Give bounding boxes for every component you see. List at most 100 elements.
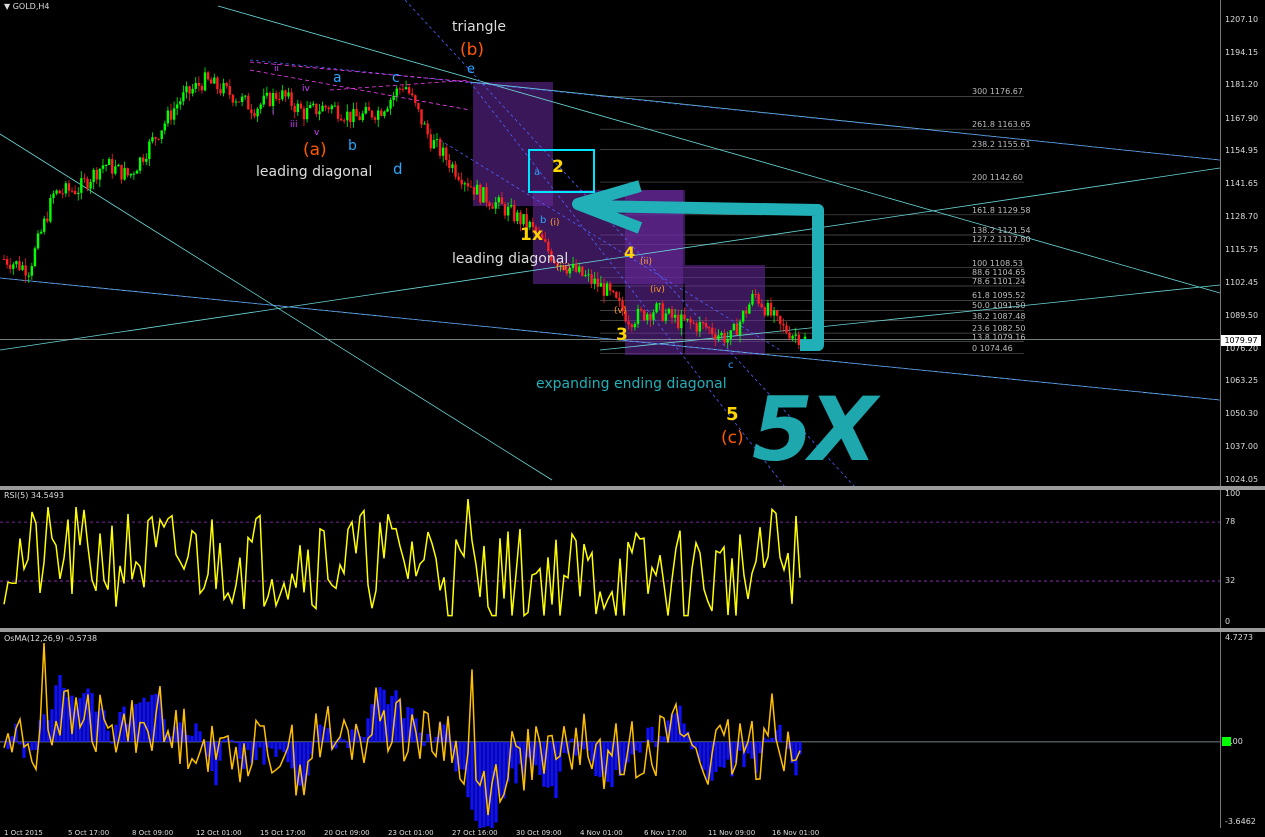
candle-body	[312, 103, 315, 106]
candle-body	[80, 178, 83, 193]
trend-line	[0, 133, 553, 481]
candle-body	[766, 302, 770, 316]
rsi-chart[interactable]	[0, 490, 1220, 628]
candle-body	[615, 292, 618, 298]
candle-body	[522, 214, 525, 225]
osma-bar	[274, 741, 278, 757]
candle-body	[36, 233, 40, 249]
osma-bar	[262, 741, 266, 765]
rsi-axis-tick: 100	[1225, 489, 1241, 498]
osma-axis[interactable]: 4.7273 0.00 -3.6462	[1220, 632, 1265, 828]
osma-bar	[18, 741, 22, 745]
label-expanding-ending-diagonal: expanding ending diagonal	[536, 376, 727, 392]
candle-body	[652, 312, 655, 320]
candle-body	[417, 102, 420, 110]
osma-bar	[258, 741, 262, 748]
candle-body	[612, 290, 615, 293]
candle-body	[281, 90, 284, 100]
osma-bar	[26, 741, 30, 743]
price-axis-tick: 1037.00	[1225, 442, 1259, 452]
candle-body	[584, 275, 587, 277]
candle-body	[330, 105, 334, 110]
candle-body	[627, 321, 630, 325]
candle-body	[33, 248, 37, 267]
osma-bar	[642, 740, 646, 742]
price-chart[interactable]	[0, 0, 1220, 487]
label-c: c	[392, 70, 400, 86]
candle-body	[228, 86, 231, 95]
label-d: d	[393, 160, 403, 178]
osma-bar	[646, 727, 650, 742]
candle-body	[581, 266, 584, 276]
candle-body	[5, 259, 9, 265]
fib-level-label: 13.8 1079.16	[972, 332, 1026, 342]
candle-body	[383, 111, 386, 116]
candle-body	[89, 182, 92, 189]
candle-body	[735, 323, 739, 336]
candle-body	[154, 137, 157, 139]
candle-body	[244, 95, 247, 97]
osma-bar	[550, 741, 554, 787]
rsi-pane[interactable]: RSI(5) 34.5493	[0, 490, 1220, 628]
candle-body	[741, 310, 745, 322]
osma-bar	[722, 741, 726, 768]
osma-bar	[442, 724, 446, 742]
candle-body	[411, 93, 414, 96]
candle-body	[151, 137, 154, 142]
osma-bar	[718, 741, 722, 767]
price-pane[interactable]: ▼ GOLD,H4 300 1176.67 261.8 1163.65 238.2 …	[0, 0, 1220, 487]
fib-level-label: 238.2 1155.61	[972, 140, 1031, 150]
rsi-axis-tick: 0	[1225, 617, 1231, 626]
price-axis-tick: 1141.65	[1225, 179, 1259, 189]
candle-body	[234, 101, 238, 103]
candle-body	[516, 212, 519, 222]
osma-bar	[254, 741, 258, 761]
candle-body	[441, 147, 445, 156]
candle-body	[39, 231, 43, 234]
candle-body	[95, 169, 98, 180]
candle-body	[791, 335, 794, 339]
candle-body	[763, 307, 766, 316]
fib-level-label: 161.8 1129.58	[972, 205, 1031, 215]
candle-body	[506, 206, 510, 216]
candle-body	[404, 87, 408, 90]
candle-body	[92, 169, 95, 183]
candle-body	[358, 116, 361, 121]
candle-body	[392, 95, 395, 100]
candle-body	[197, 82, 201, 86]
candle-body	[590, 274, 593, 284]
candle-body	[262, 95, 265, 105]
label-2: 2	[552, 157, 564, 177]
candle-body	[61, 193, 64, 195]
candle-body	[677, 314, 680, 329]
candle-body	[547, 241, 550, 252]
candle-body	[794, 334, 797, 336]
price-axis[interactable]: 1207.10 1194.15 1181.20 1167.90 1154.95 1141.…	[1220, 0, 1265, 487]
candle-body	[788, 332, 791, 339]
dropdown-triangle-icon[interactable]: ▼	[4, 2, 10, 11]
rsi-line	[3, 499, 801, 618]
candle-body	[571, 264, 575, 268]
osma-bar	[714, 741, 718, 773]
osma-bar	[634, 741, 638, 751]
label-wave-b: b	[540, 215, 547, 226]
candle-body	[738, 321, 742, 336]
candle-body	[346, 111, 349, 121]
candle-body	[132, 173, 136, 175]
osma-bar	[782, 741, 786, 743]
label-5x: 5X	[752, 378, 877, 481]
label-4: 4	[624, 243, 636, 262]
candle-body	[636, 308, 640, 324]
osma-chart[interactable]	[0, 632, 1220, 828]
rsi-axis[interactable]: 100 78 32 0	[1220, 489, 1265, 628]
candle-body	[185, 86, 188, 93]
candle-body	[194, 82, 197, 89]
candle-body	[315, 103, 318, 115]
osma-pane[interactable]: OsMA(12,26,9) -0.5738	[0, 632, 1220, 828]
candle-body	[206, 72, 210, 80]
candle-body	[630, 324, 634, 328]
osma-axis-tick: -3.6462	[1225, 817, 1256, 826]
candle-body	[327, 107, 330, 110]
candle-body	[423, 123, 426, 125]
osma-bar	[342, 739, 346, 742]
